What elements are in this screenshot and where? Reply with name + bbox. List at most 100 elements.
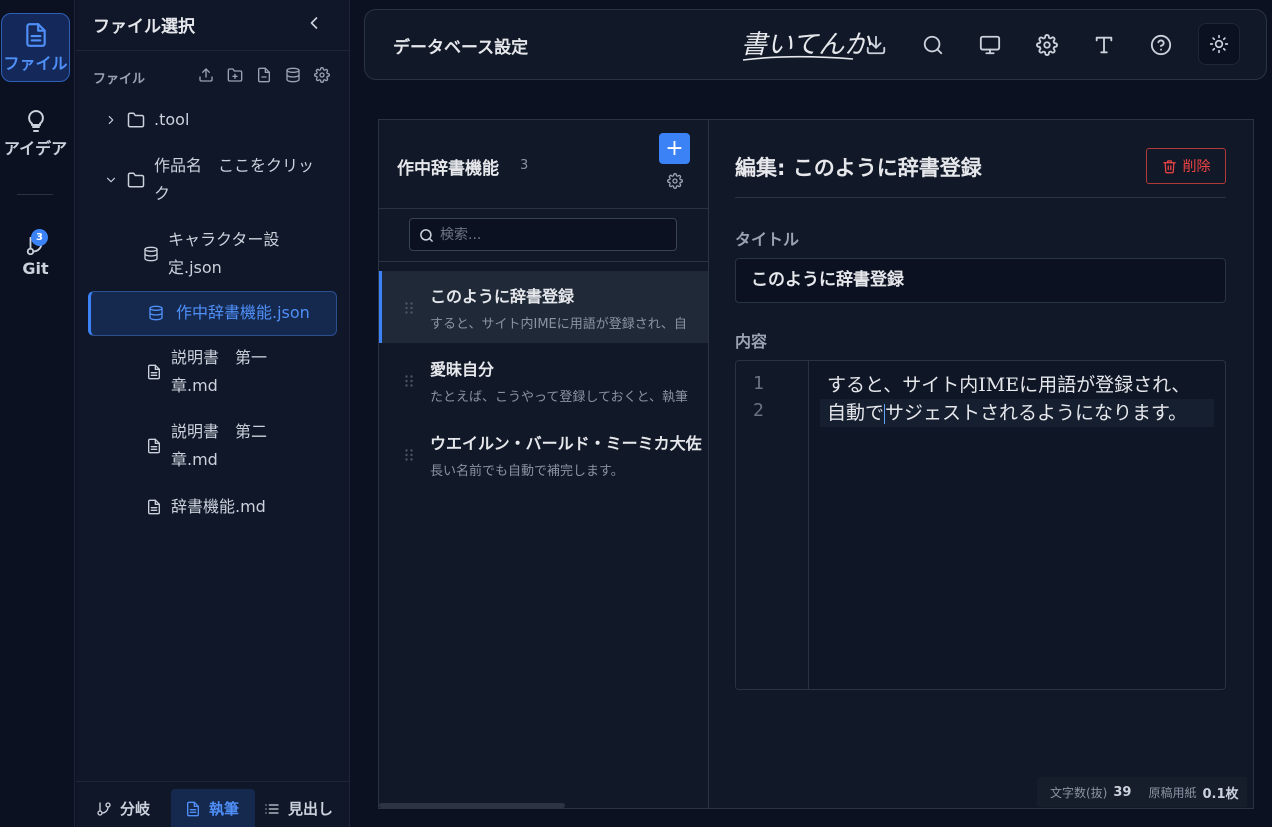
theme-toggle-button[interactable]: [1198, 23, 1240, 65]
help-icon[interactable]: [1150, 34, 1172, 56]
activity-files-label: ファイル: [3, 53, 68, 73]
tree-file-character[interactable]: キャラクター設定.json: [143, 226, 303, 282]
activity-ideas-label: アイデア: [3, 139, 68, 158]
tree-file-manual-1[interactable]: 説明書 第一章.md: [146, 344, 296, 400]
list-divider: [379, 208, 708, 209]
search-box: [409, 218, 677, 251]
folder-plus-icon[interactable]: [227, 67, 243, 83]
list-icon: [265, 803, 279, 814]
line-number: 1: [753, 373, 764, 394]
drag-handle-icon[interactable]: [404, 374, 414, 388]
sidebar-footer: 分岐 執筆 見出し: [76, 781, 350, 827]
line-number: 2: [753, 400, 764, 421]
database-icon: [144, 246, 158, 262]
list-divider: [379, 261, 708, 262]
database-icon: [149, 305, 163, 321]
activity-git-label: Git: [22, 258, 49, 278]
list-title: 作中辞書機能: [397, 159, 499, 179]
drag-handle-icon[interactable]: [404, 301, 414, 315]
char-count-label: 文字数(抜): [1050, 785, 1108, 800]
list-count: 3: [520, 158, 529, 173]
lightbulb-icon: [27, 110, 44, 132]
entry-description: 長い名前でも自動で補完します。: [430, 464, 624, 479]
search-icon: [420, 229, 433, 242]
write-button[interactable]: 執筆: [171, 789, 255, 827]
search-input[interactable]: [440, 224, 670, 246]
sidebar-header: ファイル選択: [76, 0, 350, 51]
tree-folder-tool[interactable]: .tool: [104, 106, 189, 134]
editor-heading: 編集: このように辞書登録: [735, 156, 982, 180]
search-icon[interactable]: [922, 34, 944, 56]
outline-label: 見出し: [288, 800, 334, 818]
activity-bar: ファイル アイデア 3 Git: [0, 0, 75, 827]
folder-icon: [127, 172, 145, 188]
paper-count-value: 0.1枚: [1202, 786, 1239, 802]
activity-files[interactable]: ファイル: [1, 13, 70, 82]
tree-file-dict-md[interactable]: 辞書機能.md: [146, 493, 266, 521]
chevron-left-icon[interactable]: [304, 13, 324, 33]
code-line: すると、サイト内IMEに用語が登録され、: [827, 371, 1190, 399]
code-line-text: 自動で: [827, 402, 885, 424]
tree-item-label: 作中辞書機能.json: [176, 303, 310, 322]
chevron-down-icon: [106, 177, 116, 183]
download-icon[interactable]: [865, 34, 887, 56]
list-item[interactable]: ウエイルン・バールド・ミーミカ大佐 長い名前でも自動で補完します。: [379, 418, 708, 490]
sidebar-title: ファイル選択: [93, 17, 195, 37]
branch-label: 分岐: [120, 800, 151, 818]
code-line-text: すると、サイト内IMEに用語が登録され、: [827, 374, 1191, 396]
tree-file-dictionary[interactable]: 作中辞書機能.json: [148, 299, 310, 327]
activity-divider: [17, 194, 53, 195]
gear-icon[interactable]: [1036, 34, 1058, 56]
top-header: データベース設定 書いてんか: [364, 9, 1267, 80]
activity-ideas[interactable]: アイデア: [1, 104, 70, 164]
git-branch-icon: [97, 801, 111, 816]
file-text-icon: [148, 499, 160, 515]
delete-button[interactable]: 削除: [1146, 148, 1226, 184]
tree-item-label: 説明書 第一章.md: [171, 348, 268, 395]
app-logo: 書いてんか: [741, 22, 870, 64]
monitor-icon[interactable]: [979, 34, 1001, 56]
paper-count-label: 原稿用紙: [1148, 785, 1197, 800]
code-line-text: サジェストされるようになります。: [885, 402, 1188, 424]
line-number-gutter: 1 2: [736, 361, 809, 689]
activity-git[interactable]: 3 Git: [1, 226, 70, 286]
tree-file-manual-2[interactable]: 説明書 第二章.md: [146, 418, 296, 474]
entry-title: このように辞書登録: [430, 287, 575, 306]
tree-item-label: キャラクター設定.json: [168, 230, 280, 277]
page-title: データベース設定: [393, 38, 529, 58]
add-entry-button[interactable]: +: [659, 133, 690, 164]
horizontal-scrollbar[interactable]: [379, 803, 565, 808]
branch-button[interactable]: 分岐: [96, 789, 150, 827]
sidebar-subtitle: ファイル: [93, 72, 146, 87]
chevron-right-icon: [108, 115, 114, 125]
sidebar-toolbar: [198, 67, 330, 83]
database-icon[interactable]: [285, 67, 301, 83]
content-editor[interactable]: 1 2 すると、サイト内IMEに用語が登録され、 自動でサジェストされるようにな…: [735, 360, 1226, 690]
gear-icon[interactable]: [314, 67, 330, 83]
folder-icon: [127, 112, 145, 128]
file-plus-icon[interactable]: [256, 67, 272, 83]
entry-description: すると、サイト内IMEに用語が登録され、自: [430, 317, 687, 332]
list-item[interactable]: 愛昧自分 たとえば、こうやって登録しておくと、執筆: [379, 344, 708, 416]
tree-folder-work[interactable]: 作品名 ここをクリック: [104, 152, 324, 208]
outline-button[interactable]: 見出し: [264, 789, 333, 827]
title-field-label: タイトル: [735, 230, 800, 249]
char-count-value: 39: [1113, 784, 1132, 800]
entry-title: 愛昧自分: [430, 360, 495, 379]
gear-icon[interactable]: [667, 173, 683, 189]
file-text-icon: [148, 438, 160, 454]
list-item[interactable]: このように辞書登録 すると、サイト内IMEに用語が登録され、自: [379, 271, 708, 343]
database-panel: 作中辞書機能 3 + このように辞書登録 すると、サイト内IMEに用語が登録され…: [378, 119, 1254, 809]
tree-item-label: .tool: [154, 110, 190, 129]
type-icon[interactable]: [1093, 34, 1115, 56]
tree-item-label: 辞書機能.md: [171, 497, 266, 516]
entry-title: ウエイルン・バールド・ミーミカ大佐: [430, 434, 702, 453]
entry-description: たとえば、こうやって登録しておくと、執筆: [430, 390, 689, 405]
delete-label: 削除: [1182, 159, 1211, 175]
drag-handle-icon[interactable]: [404, 448, 414, 462]
status-bar: 文字数(抜) 39 原稿用紙 0.1枚: [1037, 777, 1247, 807]
git-badge: 3: [31, 229, 48, 246]
upload-icon[interactable]: [198, 67, 214, 83]
title-field[interactable]: このように辞書登録: [735, 258, 1226, 303]
trash-icon: [1162, 159, 1176, 173]
